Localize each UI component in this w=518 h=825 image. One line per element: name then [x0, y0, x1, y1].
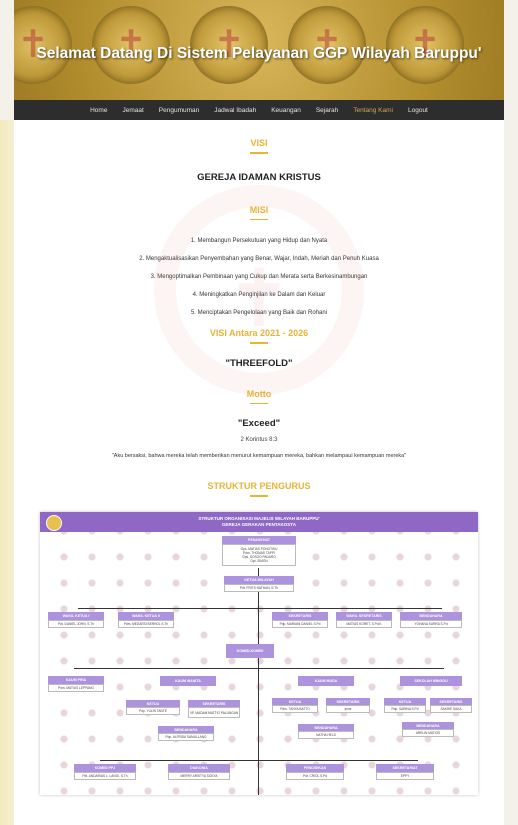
- connector-line: [258, 568, 259, 795]
- site-title: Selamat Datang Di Sistem Pelayanan GGP W…: [36, 45, 482, 62]
- org-subtitle: GEREJA GERAKAN PENTAKOSTA: [222, 522, 296, 527]
- kw-ketua-name: Pdp. YULIN TANTE: [126, 707, 180, 715]
- sekretariat-name: EPPY: [376, 772, 434, 780]
- sekretaris-name: Pdp. MARIANI DANIEL S.Pd: [272, 620, 328, 628]
- logo-watermark: [154, 185, 364, 395]
- visi-title: VISI: [250, 138, 268, 148]
- komisi-doa-name: Pdt. ANDARIAS L. LANGI, S.Th: [74, 772, 136, 780]
- nav-home[interactable]: Home: [90, 107, 107, 114]
- ketua-label: KETUA WILAYAH: [224, 576, 294, 584]
- km-ketua-label: KETUA: [272, 698, 318, 705]
- title-divider: [250, 152, 268, 154]
- struktur-title: STRUKTUR PENGURUS: [207, 481, 311, 491]
- sm-bendahara-label: BENDAHARA: [402, 722, 454, 729]
- sekolah-minggu-box: SEKOLAH MINGGU: [400, 676, 462, 686]
- penasehat-label: PENASEHAT: [222, 536, 296, 544]
- pendidikan-name: Pdt. CRIOL S.Pd: [286, 772, 344, 780]
- pendidikan-label: PENDIDIKAN: [286, 764, 344, 772]
- km-ketua-name: Pdm. TANYA BATTO: [272, 705, 318, 713]
- main-nav: Home Jemaat Pengumuman Jadwal Ibadah Keu…: [14, 100, 504, 120]
- motto-reference: 2 Korintus 8:3: [240, 437, 278, 443]
- sm-sekretaris-name: SAKHIE SAKA: [430, 705, 472, 713]
- km-bendahara-label: BENDAHARA: [298, 724, 354, 731]
- sekretariat-label: SEKRETARIAT: [376, 764, 434, 772]
- connector-line: [78, 608, 442, 609]
- wakil1-label: WAKIL KETUA I: [48, 612, 104, 620]
- nav-sejarah[interactable]: Sejarah: [316, 107, 338, 114]
- org-chart: STRUKTUR ORGANISASI MAJELIS WILAYAH BARU…: [40, 512, 478, 795]
- sekretaris-label: SEKRETARIS: [272, 612, 328, 620]
- bendahara-label: BENDAHARA: [400, 612, 462, 620]
- kaum-wanita-box: KAUM WANITA: [160, 676, 216, 686]
- header-banner: Selamat Datang Di Sistem Pelayanan GGP W…: [14, 0, 504, 100]
- page: Selamat Datang Di Sistem Pelayanan GGP W…: [14, 0, 504, 825]
- diakonia-label: DIAKONIA: [168, 764, 230, 772]
- kaum-pria-name: Pdm. MATIUS LEPPANG: [48, 684, 104, 692]
- wakil2-name: Pdm. MEDARSI BERHOL S.Th: [118, 620, 174, 628]
- diakonia-name: MERRY ARISTYA SOEYA: [168, 772, 230, 780]
- nav-keuangan[interactable]: Keuangan: [271, 107, 301, 114]
- sm-ketua-label: KETUA: [384, 698, 426, 705]
- penasehat-names: Gps. MATIAS PONGTIKU Pdm. THOMAS TAPPI G…: [222, 544, 296, 566]
- komisi-doa-label: KOMISI PPJ: [74, 764, 136, 772]
- kw-sekretaris-name: VP. MADAM MATTIO PALUNGAN: [188, 707, 240, 718]
- kw-bendahara-label: BENDAHARA: [158, 726, 214, 733]
- title-divider: [250, 495, 268, 497]
- wakil-sekretaris-label: WAKIL SEKRETARIS: [336, 612, 392, 620]
- kw-ketua-label: KETUA: [126, 700, 180, 707]
- km-sekretaris-name: ipine: [326, 705, 370, 713]
- ketua-name: Pdt. FRITS NATHAN, S.Th: [224, 584, 294, 592]
- visi-text: GEREJA IDAMAN KRISTUS: [197, 171, 321, 183]
- title-divider: [250, 402, 268, 404]
- kaum-muda-box: KAUM MUDA: [298, 676, 354, 686]
- sm-ketua-name: Pdp. SARINA S.Pd: [384, 705, 426, 713]
- org-chart-header: STRUKTUR ORGANISASI MAJELIS WILAYAH BARU…: [40, 512, 478, 532]
- km-bendahara-name: NATHA HELD: [298, 731, 354, 739]
- kw-sekretaris-label: SEKRETARIS: [188, 700, 240, 707]
- connector-line: [100, 760, 418, 761]
- nav-logout[interactable]: Logout: [408, 107, 428, 114]
- connector-line: [74, 668, 444, 669]
- kaum-pria-label: KAUM PRIA: [48, 676, 104, 684]
- km-sekretaris-label: SEKRETARIS: [326, 698, 370, 705]
- bendahara-name: YOHANA SURRA S.Pd: [400, 620, 462, 628]
- about-content: VISI GEREJA IDAMAN KRISTUS MISI 1. Memba…: [14, 120, 504, 497]
- motto-quote: "Aku bersaksi, bahwa mereka telah member…: [111, 453, 407, 459]
- wakil-sekretaris-name: MATIUS KORET, S.Pd.K: [336, 620, 392, 628]
- sm-sekretaris-label: SEKRETARIS: [430, 698, 472, 705]
- wakil2-label: WAKIL KETUA II: [118, 612, 174, 620]
- komisi-box: KOMISI-KOMISI: [226, 644, 274, 658]
- nav-tentang-kami[interactable]: Tentang Kami: [353, 107, 393, 114]
- motto-text: "Exceed": [237, 418, 281, 429]
- nav-jadwal-ibadah[interactable]: Jadwal Ibadah: [214, 107, 256, 114]
- kw-bendahara-name: Pdp. ALFRIDA SAMULLANG: [158, 733, 214, 741]
- sm-bendahara-name: ARELIN MATIOS: [402, 729, 454, 737]
- wakil1-name: Pdt. DANIEL JOHN, S.Th: [48, 620, 104, 628]
- nav-pengumuman[interactable]: Pengumuman: [159, 107, 199, 114]
- nav-jemaat[interactable]: Jemaat: [122, 107, 143, 114]
